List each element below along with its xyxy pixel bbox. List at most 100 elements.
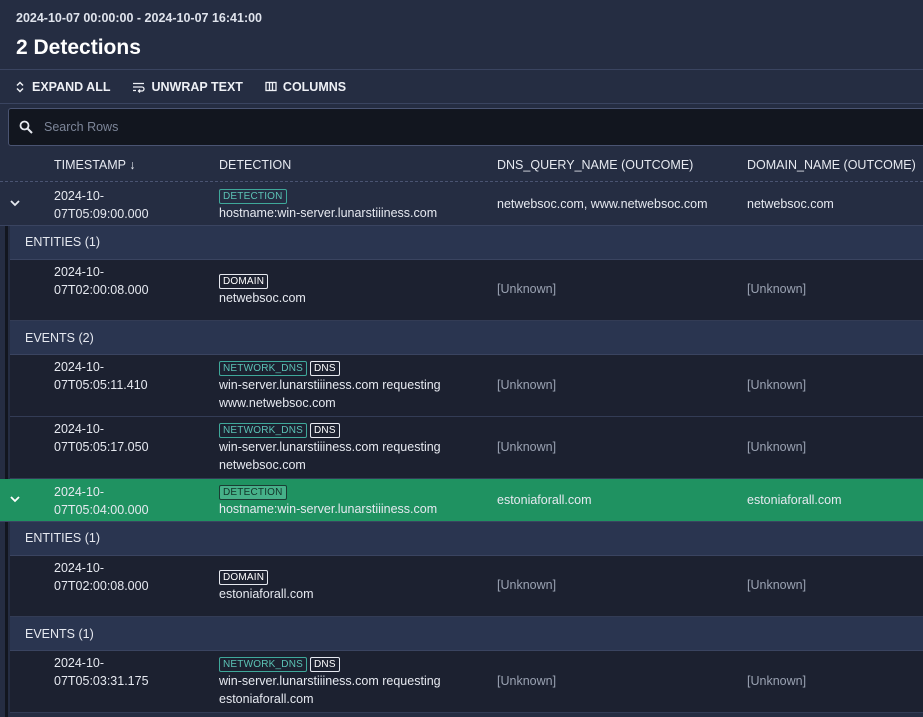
detection-tag: DETECTION: [219, 485, 287, 500]
dns-tag: DNS: [309, 657, 340, 672]
dns-query-value: [Unknown]: [497, 440, 557, 454]
event-row[interactable]: 2024-10- 07T05:05:17.050 NETWORK_DNS DNS …: [10, 417, 923, 479]
detection-cell: NETWORK_DNS DNS win-server.lunarstiiiness…: [219, 654, 441, 708]
unwrap-text-label: UNWRAP TEXT: [151, 79, 243, 94]
toolbar: EXPAND ALL UNWRAP TEXT COLUMNS: [0, 70, 923, 104]
domain-name-value: [Unknown]: [747, 440, 807, 454]
detection-cell: DOMAIN netwebsoc.com: [219, 271, 306, 307]
timestamp-line: 07T02:00:08.000: [54, 283, 149, 297]
timestamp-line: 07T05:03:31.175: [54, 674, 149, 688]
entities-group-label: ENTITIES (1): [25, 531, 101, 545]
event-text: netwebsoc.com: [219, 458, 306, 472]
timestamp-line: 2024-10-: [54, 422, 105, 436]
columns-label: COLUMNS: [282, 79, 347, 94]
timestamp-line: 2024-10-: [54, 561, 105, 575]
detection-cell: DETECTION hostname:win-server.lunarstiii…: [219, 186, 437, 222]
unwrap-text-button[interactable]: UNWRAP TEXT: [132, 79, 243, 94]
event-text: win-server.lunarstiiiness.com requesting: [219, 440, 441, 454]
col-dns-query-name[interactable]: DNS_QUERY_NAME (OUTCOME): [497, 158, 693, 172]
domain-tag: DOMAIN: [219, 274, 269, 289]
detection-tag: DETECTION: [219, 189, 287, 204]
expanded-indicator: [0, 522, 10, 717]
detection-cell: NETWORK_DNS DNS win-server.lunarstiiiness…: [219, 420, 441, 474]
domain-name-value: estoniaforall.com: [747, 493, 842, 507]
wrap-text-icon: [133, 82, 146, 93]
timestamp-line: 07T05:05:17.050: [54, 440, 149, 454]
network-dns-tag: NETWORK_DNS: [219, 423, 307, 438]
timestamp-line: 07T05:09:00.000: [54, 207, 149, 221]
timestamp: 2024-10- 07T05:04:00.000: [54, 483, 174, 519]
expand-icon: [16, 80, 24, 93]
domain-tag: DOMAIN: [219, 570, 269, 585]
detection-cell: NETWORK_DNS DNS win-server.lunarstiiiness…: [219, 358, 441, 412]
event-text: win-server.lunarstiiiness.com requesting: [219, 378, 441, 392]
entities-group-header[interactable]: ENTITIES (1): [10, 522, 923, 556]
time-range: 2024-10-07 00:00:00 - 2024-10-07 16:41:0…: [16, 11, 263, 25]
chevron-down-icon[interactable]: [9, 198, 21, 208]
entity-row[interactable]: 2024-10- 07T02:00:08.000 DOMAIN netwebso…: [10, 260, 923, 321]
expanded-indicator: [0, 226, 10, 479]
domain-name-value: [Unknown]: [747, 578, 807, 592]
page-title: 2 Detections: [16, 36, 141, 59]
events-group-label: EVENTS (1): [25, 627, 94, 641]
entity-text: estoniaforall.com: [219, 587, 314, 601]
dns-query-value: [Unknown]: [497, 378, 557, 392]
entity-row[interactable]: 2024-10- 07T02:00:08.000 DOMAIN estoniaf…: [10, 556, 923, 617]
page-header: 2024-10-07 00:00:00 - 2024-10-07 16:41:0…: [0, 0, 923, 70]
columns-icon: [265, 81, 277, 92]
timestamp: 2024-10- 07T05:05:11.410: [54, 358, 174, 394]
event-text: estoniaforall.com: [219, 692, 314, 706]
expand-all-button[interactable]: EXPAND ALL: [14, 80, 110, 94]
timestamp-line: 2024-10-: [54, 656, 105, 670]
timestamp: 2024-10- 07T05:05:17.050: [54, 420, 174, 456]
search-input[interactable]: [42, 119, 646, 135]
timestamp-line: 2024-10-: [54, 360, 105, 374]
search-icon: [19, 120, 33, 134]
chevron-down-icon[interactable]: [9, 494, 21, 504]
col-domain-name[interactable]: DOMAIN_NAME (OUTCOME): [747, 158, 916, 172]
domain-name-value: [Unknown]: [747, 378, 807, 392]
timestamp: 2024-10- 07T02:00:08.000: [54, 559, 174, 595]
network-dns-tag: NETWORK_DNS: [219, 657, 307, 672]
event-row[interactable]: 2024-10- 07T05:05:11.410 NETWORK_DNS DNS …: [10, 355, 923, 417]
event-row[interactable]: 2024-10- 07T05:03:31.175 NETWORK_DNS DNS …: [10, 651, 923, 713]
detection-cell: DOMAIN estoniaforall.com: [219, 567, 314, 603]
timestamp-line: 2024-10-: [54, 265, 105, 279]
entities-group-label: ENTITIES (1): [25, 235, 101, 249]
detection-text: hostname:win-server.lunarstiiiness.com: [219, 502, 438, 516]
entities-group-header[interactable]: ENTITIES (1): [10, 226, 923, 260]
events-group-label: EVENTS (2): [25, 331, 94, 345]
events-group-header[interactable]: EVENTS (1): [10, 617, 923, 651]
timestamp: 2024-10- 07T02:00:08.000: [54, 263, 174, 299]
domain-name-value: [Unknown]: [747, 282, 807, 296]
dns-query-value: netwebsoc.com, www.netwebsoc.com: [497, 197, 708, 211]
entity-text: netwebsoc.com: [219, 291, 306, 305]
search-bar: [8, 108, 923, 146]
dns-query-value: [Unknown]: [497, 578, 557, 592]
timestamp-line: 07T05:04:00.000: [54, 503, 149, 517]
detection-cell: DETECTION hostname:win-server.lunarstiii…: [219, 482, 437, 518]
col-detection[interactable]: DETECTION: [219, 158, 291, 172]
network-dns-tag: NETWORK_DNS: [219, 361, 307, 376]
detection-text: hostname:win-server.lunarstiiiness.com: [219, 206, 438, 220]
dns-query-value: [Unknown]: [497, 674, 557, 688]
columns-button[interactable]: COLUMNS: [265, 80, 346, 94]
events-group-header[interactable]: EVENTS (2): [10, 321, 923, 355]
dns-query-value: estoniaforall.com: [497, 493, 592, 507]
timestamp: 2024-10- 07T05:09:00.000: [54, 187, 174, 223]
event-text: www.netwebsoc.com: [219, 396, 336, 410]
domain-name-value: [Unknown]: [747, 674, 807, 688]
timestamp: 2024-10- 07T05:03:31.175: [54, 654, 174, 690]
expand-all-label: EXPAND ALL: [32, 79, 111, 94]
detection-row[interactable]: 2024-10- 07T05:09:00.000 DETECTION hostn…: [0, 183, 923, 226]
dns-tag: DNS: [309, 423, 340, 438]
dns-tag: DNS: [309, 361, 340, 376]
timestamp-line: 2024-10-: [54, 485, 105, 499]
timestamp-line: 2024-10-: [54, 189, 105, 203]
event-text: win-server.lunarstiiiness.com requesting: [219, 674, 441, 688]
domain-name-value: netwebsoc.com: [747, 197, 834, 211]
column-header-row: TIMESTAMP ↓ DETECTION DNS_QUERY_NAME (OU…: [0, 150, 923, 182]
col-timestamp[interactable]: TIMESTAMP ↓: [54, 158, 136, 172]
dns-query-value: [Unknown]: [497, 282, 557, 296]
detection-row-selected[interactable]: 2024-10- 07T05:04:00.000 DETECTION hostn…: [0, 479, 923, 522]
